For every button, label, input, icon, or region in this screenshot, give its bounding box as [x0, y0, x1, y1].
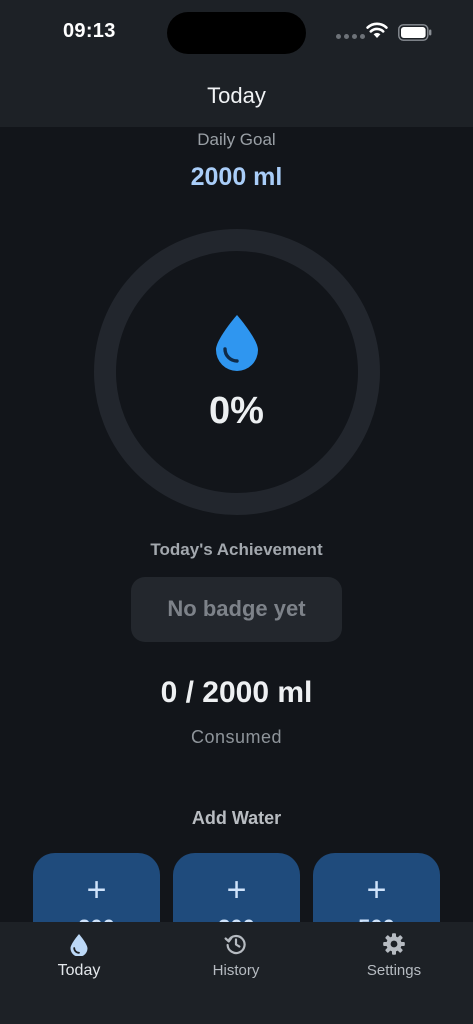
progress-ring	[94, 229, 380, 515]
top-bar: 09:13 Today	[0, 0, 473, 127]
daily-goal-label: Daily Goal	[197, 130, 276, 149]
tab-bar: Today History Settings	[0, 922, 473, 1024]
gear-icon	[383, 933, 405, 955]
plus-icon: +	[86, 871, 107, 909]
tab-settings[interactable]: Settings	[334, 932, 454, 992]
add-water-label: Add Water	[191, 808, 282, 828]
tab-history[interactable]: History	[176, 932, 296, 992]
tab-today-label: Today	[57, 962, 101, 979]
dynamic-island	[167, 12, 306, 54]
water-drop-icon	[70, 934, 88, 956]
wifi-icon	[366, 22, 388, 38]
status-time: 09:13	[63, 20, 116, 42]
consumed-amount: 0 / 2000 ml	[160, 676, 313, 709]
cellular-signal-icon	[336, 34, 365, 39]
achievement-badge: No badge yet	[131, 577, 342, 642]
history-icon	[224, 934, 246, 955]
tab-today[interactable]: Today	[19, 932, 139, 992]
achievement-badge-text: No badge yet	[167, 596, 306, 621]
page-title: Today	[207, 83, 266, 108]
progress-percent: 0%	[209, 390, 264, 432]
daily-goal-value: 2000 ml	[190, 163, 283, 191]
water-drop-icon	[216, 315, 258, 371]
battery-icon	[398, 24, 432, 41]
tab-history-label: History	[212, 962, 260, 979]
plus-icon: +	[226, 871, 247, 909]
achievement-label: Today's Achievement	[150, 540, 323, 559]
plus-icon: +	[366, 871, 387, 909]
tab-settings-label: Settings	[366, 962, 422, 979]
today-screen: 09:13 Today Daily Goal 2000 ml 0% Today'…	[0, 0, 473, 1024]
consumed-label: Consumed	[190, 727, 283, 747]
